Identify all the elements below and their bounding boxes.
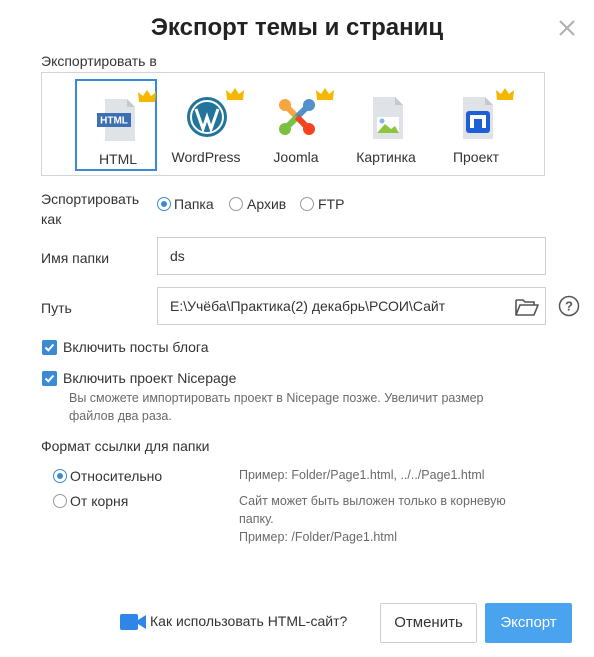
- folder-name-label: Имя папки: [41, 250, 110, 266]
- svg-text:?: ?: [565, 299, 573, 314]
- export-as-folder-label[interactable]: Папка: [174, 196, 214, 212]
- crown-icon: [138, 90, 156, 102]
- path-value: E:\Учёба\Практика(2) декабрь\РСОИ\Сайт: [170, 298, 446, 314]
- link-format-label: Формат ссылки для папки: [41, 438, 210, 454]
- target-joomla-label: Joomla: [273, 149, 319, 165]
- export-as-ftp-label[interactable]: FTP: [318, 196, 344, 212]
- export-target-panel: HTML HTML WordPress Joomla Картинка Прое…: [41, 72, 545, 176]
- crown-icon: [496, 88, 514, 100]
- export-as-ftp-radio[interactable]: [300, 197, 314, 211]
- help-html-site-link[interactable]: Как использовать HTML-сайт?: [150, 613, 347, 629]
- export-to-label: Экспортировать в: [41, 53, 157, 69]
- export-as-archive-radio[interactable]: [229, 197, 243, 211]
- nicepage-project-icon: [463, 97, 493, 139]
- target-project-label: Проект: [452, 149, 500, 165]
- target-image-label: Картинка: [356, 149, 416, 165]
- cancel-button[interactable]: Отменить: [380, 603, 477, 643]
- include-blog-checkbox[interactable]: [42, 340, 57, 355]
- link-relative-radio[interactable]: [53, 469, 67, 483]
- link-relative-label[interactable]: Относительно: [70, 468, 162, 484]
- joomla-icon: [279, 99, 315, 135]
- target-project[interactable]: Проект: [435, 79, 517, 171]
- export-button[interactable]: Экспорт: [485, 603, 572, 643]
- close-icon[interactable]: [557, 18, 577, 38]
- image-file-icon: [373, 97, 403, 139]
- target-wordpress[interactable]: WordPress: [165, 79, 247, 171]
- path-input[interactable]: E:\Учёба\Практика(2) декабрь\РСОИ\Сайт: [157, 287, 546, 325]
- link-root-example: Пример: /Folder/Page1.html: [239, 530, 397, 544]
- crown-icon: [316, 88, 334, 100]
- wordpress-icon: [187, 97, 227, 137]
- include-blog-label[interactable]: Включить посты блога: [63, 339, 209, 355]
- target-wordpress-label: WordPress: [171, 149, 241, 165]
- html-file-icon: HTML: [97, 99, 135, 141]
- target-image[interactable]: Картинка: [345, 79, 427, 171]
- export-as-folder-radio[interactable]: [157, 197, 171, 211]
- folder-name-input[interactable]: ds: [157, 237, 546, 275]
- link-root-radio[interactable]: [53, 494, 67, 508]
- include-project-note: Вы сможете импортировать проект в Nicepa…: [69, 391, 484, 423]
- include-project-checkbox[interactable]: [42, 371, 57, 386]
- export-as-archive-label[interactable]: Архив: [247, 196, 286, 212]
- dialog-title: Экспорт темы и страниц: [150, 14, 444, 41]
- target-html[interactable]: HTML HTML: [75, 79, 157, 171]
- path-label: Путь: [41, 300, 72, 316]
- help-icon[interactable]: ?: [558, 295, 580, 317]
- link-relative-note: Пример: Folder/Page1.html, ../../Page1.h…: [239, 468, 485, 482]
- link-root-note: Сайт может быть выложен только в корневу…: [239, 494, 506, 526]
- target-html-label: HTML: [98, 151, 138, 167]
- video-camera-icon[interactable]: [120, 612, 146, 632]
- link-root-label[interactable]: От корня: [70, 493, 128, 509]
- include-project-label[interactable]: Включить проект Nicepage: [63, 370, 236, 386]
- crown-icon: [226, 88, 244, 100]
- export-as-label: Эспортировать как: [41, 191, 140, 227]
- folder-open-icon[interactable]: [515, 297, 539, 317]
- target-joomla[interactable]: Joomla: [255, 79, 337, 171]
- svg-text:HTML: HTML: [100, 116, 128, 127]
